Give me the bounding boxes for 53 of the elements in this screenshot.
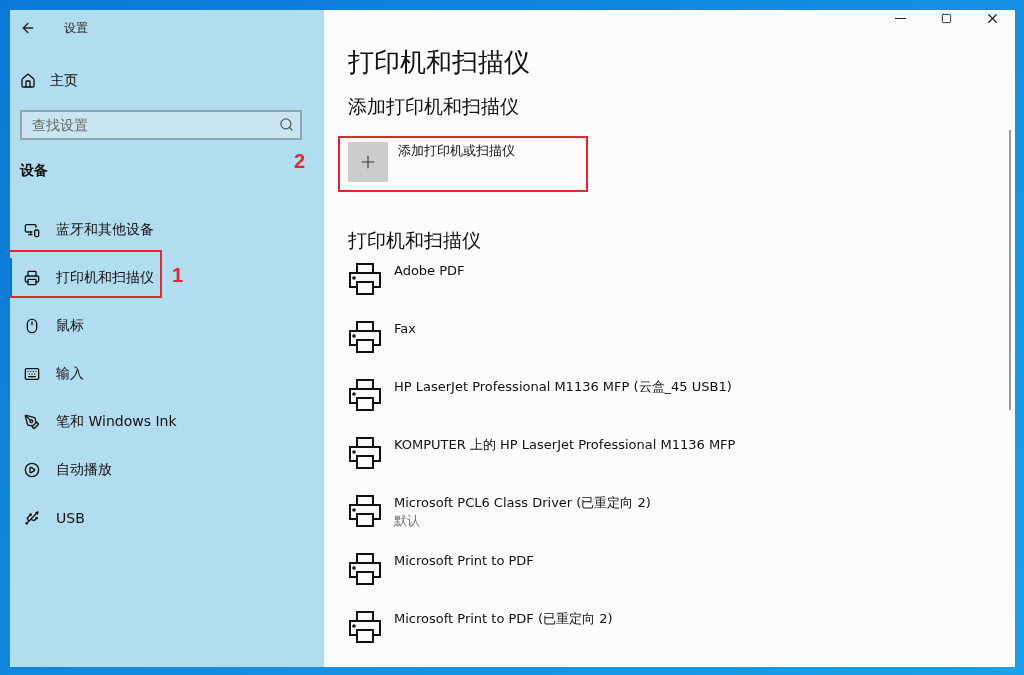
search-icon — [279, 117, 294, 132]
printer-item[interactable]: Adobe PDF — [348, 262, 1015, 320]
printer-icon — [348, 552, 382, 586]
sidebar-item[interactable]: USB — [10, 498, 95, 538]
printer-name: Microsoft PCL6 Class Driver (已重定向 2) — [394, 494, 651, 512]
sidebar-item[interactable]: 笔和 Windows Ink — [10, 402, 187, 442]
devices-icon — [24, 222, 40, 238]
printer-name: Fax — [394, 320, 416, 338]
printer-icon — [348, 494, 382, 528]
maximize-icon — [940, 13, 952, 24]
printer-item[interactable]: Microsoft Print to PDF (已重定向 2) — [348, 610, 1015, 667]
section-heading: 打印机和扫描仪 — [348, 228, 482, 253]
printer-item[interactable]: Fax — [348, 320, 1015, 378]
back-button[interactable] — [20, 20, 36, 36]
minimize-icon — [894, 18, 906, 19]
plus-icon — [348, 142, 388, 182]
callout-number: 1 — [172, 264, 184, 287]
section-heading: 设备 — [20, 162, 49, 180]
page-title: 打印机和扫描仪 — [348, 46, 531, 79]
printer-status: 默认 — [394, 512, 421, 530]
keyboard-icon — [24, 366, 40, 382]
printer-name: HP LaserJet Professional M1136 MFP (云盒_45 USB1) — [394, 378, 732, 396]
sidebar-item[interactable]: 打印机和扫描仪 — [10, 258, 164, 298]
printer-name: Microsoft Print to PDF (已重定向 2) — [394, 610, 613, 628]
home-link[interactable]: 主页 — [20, 68, 78, 94]
printer-name: Microsoft Print to PDF — [394, 552, 534, 570]
play-icon — [24, 462, 40, 478]
printer-item[interactable]: KOMPUTER 上的 HP LaserJet Professional M1136 MFP — [348, 436, 1015, 494]
sidebar-item[interactable]: 输入 — [10, 354, 94, 394]
printer-item[interactable]: Microsoft PCL6 Class Driver (已重定向 2) 默认 — [348, 494, 1015, 552]
window-title: 设置 — [64, 19, 88, 37]
scrollbar[interactable] — [1009, 130, 1011, 410]
callout-number: 2 — [294, 150, 306, 173]
add-printer-button[interactable]: 添加打印机或扫描仪 — [348, 142, 515, 182]
sidebar-item[interactable]: 自动播放 — [10, 450, 122, 490]
section-heading: 添加打印机和扫描仪 — [348, 94, 520, 119]
printer-item[interactable]: Microsoft Print to PDF — [348, 552, 1015, 610]
usb-icon — [24, 510, 40, 526]
home-icon — [20, 73, 36, 89]
sidebar-item[interactable]: 鼠标 — [10, 306, 94, 346]
printer-icon — [348, 320, 382, 354]
sidebar-item[interactable]: 蓝牙和其他设备 — [10, 210, 164, 250]
printer-icon — [348, 262, 382, 296]
printer-item[interactable]: HP LaserJet Professional M1136 MFP (云盒_45 USB1) — [348, 378, 1015, 436]
pen-icon — [24, 414, 40, 430]
printer-icon — [348, 378, 382, 412]
printer-icon — [24, 270, 40, 286]
printer-icon — [348, 610, 382, 644]
printer-name: Adobe PDF — [394, 262, 465, 280]
search-field[interactable]: 查找设置 — [20, 110, 302, 140]
printer-name: KOMPUTER 上的 HP LaserJet Professional M1136 MFP — [394, 436, 736, 454]
mouse-icon — [24, 318, 40, 334]
printer-icon — [348, 436, 382, 470]
